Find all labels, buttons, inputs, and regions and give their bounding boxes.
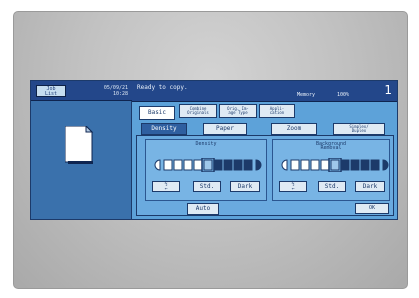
left-header: Job List 05/09/21 10:28 <box>31 81 132 101</box>
background-lighter-button[interactable]: ½ ← <box>279 181 307 192</box>
background-level-cell <box>330 159 340 171</box>
density-level-cell <box>183 159 193 171</box>
background-std-button[interactable]: Std. <box>318 181 346 192</box>
background-level-cell <box>350 159 360 171</box>
tab-density[interactable]: Density <box>141 123 187 135</box>
background-level-cell <box>360 159 370 171</box>
job-list-label-line2: List <box>44 91 58 97</box>
density-level-cell <box>223 159 233 171</box>
background-removal-slider[interactable] <box>279 158 389 172</box>
copy-count: 1 <box>384 83 392 97</box>
density-group: Density ½ ← Std. Dark <box>145 139 267 201</box>
tab-paper[interactable]: Paper <box>203 123 247 135</box>
control-panel-screen: Job List 05/09/21 10:28 Ready to copy. M… <box>30 80 398 220</box>
tab-basic-label: Basic <box>147 109 167 116</box>
tab-combine-originals-line2: Originals <box>187 110 209 115</box>
density-level-cell <box>163 159 173 171</box>
status-bar: Ready to copy. Memory 100% 1 <box>132 81 397 102</box>
datetime: 05/09/21 10:28 <box>104 85 128 97</box>
status-message: Ready to copy. <box>137 84 188 91</box>
tab-zoom-label: Zoom <box>286 125 302 132</box>
background-level-cell <box>290 159 300 171</box>
tab-orig-image-type-line2: age Type <box>228 110 248 115</box>
background-level-cell <box>300 159 310 171</box>
background-dark-button[interactable]: Dark <box>355 181 385 192</box>
tab-basic[interactable]: Basic <box>139 106 175 120</box>
tab-orig-image-type[interactable]: Orig. Im- age Type <box>219 104 257 118</box>
density-title: Density <box>195 141 217 147</box>
memory-value: 100% <box>337 92 350 98</box>
density-std-button[interactable]: Std. <box>193 181 221 192</box>
density-level-cell <box>213 159 223 171</box>
background-level-cell <box>370 159 380 171</box>
density-level-cell <box>193 159 203 171</box>
density-level-cell <box>173 159 183 171</box>
density-level-cell <box>233 159 243 171</box>
density-level-cell <box>203 159 213 171</box>
tab-paper-label: Paper <box>215 125 235 132</box>
tab-zoom[interactable]: Zoom <box>271 123 317 135</box>
background-removal-title: Background Removal <box>315 141 347 151</box>
tab-combine-originals[interactable]: Combine Originals <box>179 104 217 118</box>
auto-density-button[interactable]: Auto <box>187 203 219 215</box>
background-removal-group: Background Removal ½ ← Std. Dark <box>272 139 390 201</box>
tab-simplex-duplex-line2: Duplex <box>351 128 367 133</box>
density-level-cell <box>243 159 253 171</box>
background-level-cell <box>310 159 320 171</box>
tab-application[interactable]: Appli- cation <box>259 104 295 118</box>
document-icon <box>65 126 94 164</box>
time-text: 10:28 <box>112 91 128 97</box>
density-dark-button[interactable]: Dark <box>230 181 260 192</box>
tab-density-label: Density <box>151 125 177 132</box>
tab-application-line2: cation <box>269 110 285 115</box>
background-level-cell <box>340 159 350 171</box>
tab-simplex-duplex[interactable]: Simplex/ Duplex <box>333 123 385 135</box>
background-level-cell <box>320 159 330 171</box>
density-panel: Density ½← Std. Dark Background Removal <box>136 135 394 216</box>
job-list-button[interactable]: Job List <box>36 85 66 97</box>
ok-button[interactable]: OK <box>355 203 389 214</box>
density-lighter-button[interactable]: ½ ← <box>152 181 180 192</box>
memory-label: Memory <box>297 92 316 98</box>
density-slider[interactable] <box>152 158 262 172</box>
left-panel: Job List 05/09/21 10:28 <box>31 81 132 219</box>
